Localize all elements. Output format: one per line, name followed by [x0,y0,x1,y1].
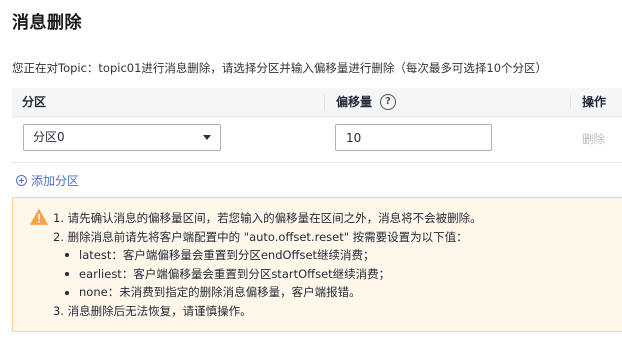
delete-button[interactable]: 删除 [582,131,605,147]
table-row: 分区0 删除 [12,117,622,163]
header-partition: 分区 [22,95,47,109]
page-title: 消息删除 [12,13,82,33]
question-circle-icon[interactable]: ? [380,94,397,110]
warning-notice: 1. 请先确认消息的偏移量区间，若您输入的偏移量在区间之外，消息将不会被删除。 … [12,197,622,332]
message-delete-page: 消息删除 您正在对Topic：topic01进行消息删除，请选择分区并输入偏移量… [0,0,622,345]
bullet-dot [65,253,69,258]
add-partition-button[interactable]: 添加分区 [16,172,79,189]
plus-circle-icon [16,175,27,186]
bullet-dot [65,290,69,295]
table-header: 分区 偏移量 ? 操作 [12,88,622,117]
caret-down-icon [203,135,211,140]
partition-select[interactable]: 分区0 [23,124,221,151]
notice-bullet-text: earliest：客户端偏移量会重置到分区startOffset继续消费； [79,266,391,281]
warning-triangle-icon [30,209,48,225]
notice-bullet: earliest：客户端偏移量会重置到分区startOffset继续消费； [53,265,482,284]
header-operation: 操作 [582,95,607,109]
add-partition-label: 添加分区 [31,174,80,188]
notice-bullet: latest：客户端偏移量会重置到分区endOffset继续消费； [53,246,482,265]
header-offset: 偏移量 ? [336,88,397,116]
notice-bullet-text: latest：客户端偏移量会重置到分区endOffset继续消费； [79,248,375,263]
notice-content: 1. 请先确认消息的偏移量区间，若您输入的偏移量在区间之外，消息将不会被删除。 … [53,209,482,321]
partition-select-value: 分区0 [33,130,65,144]
notice-line: 2. 删除消息前请先将客户端配置中的 "auto.offset.reset" 按… [53,229,468,244]
partition-table: 分区 偏移量 ? 操作 分区0 删除 [12,88,622,163]
offset-input[interactable] [335,124,492,151]
header-divider [570,95,571,109]
notice-line: 1. 请先确认消息的偏移量区间，若您输入的偏移量在区间之外，消息将不会被删除。 [53,211,482,225]
header-divider [324,95,325,109]
page-description: 您正在对Topic：topic01进行消息删除，请选择分区并输入偏移量进行删除（… [12,61,548,75]
notice-bullet-text: none：未消费到指定的删除消息偏移量，客户端报错。 [79,285,361,300]
notice-line: 3. 消息删除后无法恢复，请谨慎操作。 [53,303,252,318]
header-offset-label: 偏移量 [336,95,373,109]
notice-bullet: none：未消费到指定的删除消息偏移量，客户端报错。 [53,283,482,302]
bullet-dot [65,272,69,277]
